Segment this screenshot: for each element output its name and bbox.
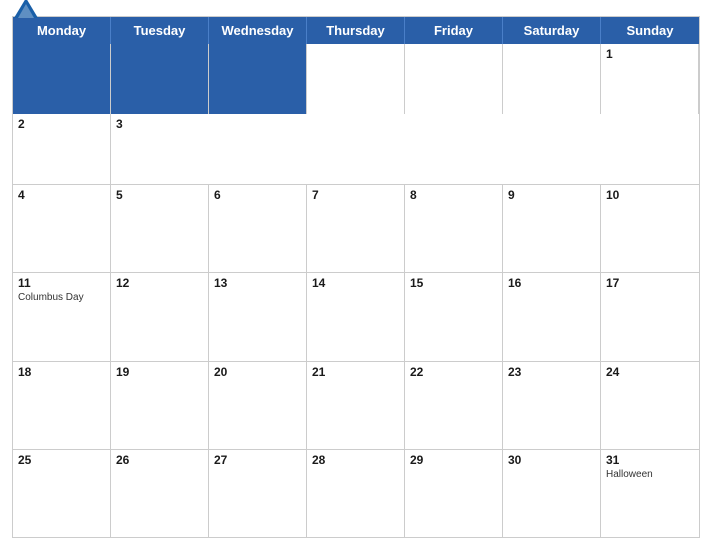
day-number: 14 [312, 276, 399, 290]
day-number: 18 [18, 365, 105, 379]
day-number: 26 [116, 453, 203, 467]
day-number: 5 [116, 188, 203, 202]
day-cell: 31 Halloween [601, 450, 699, 537]
day-cell: 25 [13, 450, 111, 537]
day-number: 30 [508, 453, 595, 467]
day-number: 27 [214, 453, 301, 467]
week-row-3: 11 Columbus Day 12 13 14 15 16 17 [13, 272, 699, 360]
day-cell: 20 [209, 362, 307, 449]
day-number: 6 [214, 188, 301, 202]
day-cell [13, 44, 111, 114]
day-number: 17 [606, 276, 694, 290]
day-cell: 24 [601, 362, 699, 449]
event-label: Columbus Day [18, 292, 105, 304]
day-cell: 1 [601, 44, 699, 114]
day-cell: 27 [209, 450, 307, 537]
day-cell: 13 [209, 273, 307, 360]
day-number: 20 [214, 365, 301, 379]
day-cell: 21 [307, 362, 405, 449]
day-number: 29 [410, 453, 497, 467]
day-header-wednesday: Wednesday [209, 17, 307, 44]
day-cell: 14 [307, 273, 405, 360]
day-header-friday: Friday [405, 17, 503, 44]
day-number: 12 [116, 276, 203, 290]
day-number: 2 [18, 117, 105, 131]
day-cell: 28 [307, 450, 405, 537]
day-cell: 11 Columbus Day [13, 273, 111, 360]
day-number: 21 [312, 365, 399, 379]
day-number: 31 [606, 453, 694, 467]
day-cell: 9 [503, 185, 601, 272]
day-number: 23 [508, 365, 595, 379]
calendar: MondayTuesdayWednesdayThursdayFridaySatu… [12, 16, 700, 538]
day-cell [405, 44, 503, 114]
day-cell: 5 [111, 185, 209, 272]
day-cell: 10 [601, 185, 699, 272]
day-cell: 8 [405, 185, 503, 272]
logo [12, 0, 44, 24]
day-cell: 17 [601, 273, 699, 360]
day-cell [111, 44, 209, 114]
week-row-2: 456789 10 [13, 184, 699, 272]
event-label: Halloween [606, 469, 694, 481]
day-cell: 7 [307, 185, 405, 272]
day-header-thursday: Thursday [307, 17, 405, 44]
day-cell: 30 [503, 450, 601, 537]
day-cell: 16 [503, 273, 601, 360]
day-number: 22 [410, 365, 497, 379]
week-row-4: 18 19 20 21 22 23 24 [13, 361, 699, 449]
day-cell: 26 [111, 450, 209, 537]
day-cell: 4 [13, 185, 111, 272]
day-number: 3 [116, 117, 204, 131]
day-number: 11 [18, 276, 105, 290]
day-header-saturday: Saturday [503, 17, 601, 44]
day-number: 7 [312, 188, 399, 202]
week-row-5: 25 26 27 28 29 30 31 Halloween [13, 449, 699, 537]
day-number: 1 [606, 47, 693, 61]
day-cell [307, 44, 405, 114]
day-header-sunday: Sunday [601, 17, 699, 44]
day-number: 13 [214, 276, 301, 290]
day-cell [503, 44, 601, 114]
day-number: 25 [18, 453, 105, 467]
day-header-tuesday: Tuesday [111, 17, 209, 44]
day-cell: 23 [503, 362, 601, 449]
day-headers-row: MondayTuesdayWednesdayThursdayFridaySatu… [13, 17, 699, 44]
day-cell: 2 [13, 114, 111, 184]
day-number: 8 [410, 188, 497, 202]
day-cell [209, 44, 307, 114]
day-cell: 6 [209, 185, 307, 272]
day-number: 4 [18, 188, 105, 202]
day-cell: 29 [405, 450, 503, 537]
day-number: 9 [508, 188, 595, 202]
day-cell: 15 [405, 273, 503, 360]
day-number: 16 [508, 276, 595, 290]
day-number: 24 [606, 365, 694, 379]
calendar-body: 1234567891011Columbus Day121314151617181… [13, 44, 699, 537]
day-cell: 3 [111, 114, 209, 184]
day-number: 15 [410, 276, 497, 290]
logo-icon [12, 0, 40, 24]
day-cell: 12 [111, 273, 209, 360]
day-number: 10 [606, 188, 694, 202]
day-cell: 22 [405, 362, 503, 449]
day-number: 19 [116, 365, 203, 379]
week-row-1: 1 23 [13, 44, 699, 184]
day-cell: 18 [13, 362, 111, 449]
day-number: 28 [312, 453, 399, 467]
day-cell: 19 [111, 362, 209, 449]
